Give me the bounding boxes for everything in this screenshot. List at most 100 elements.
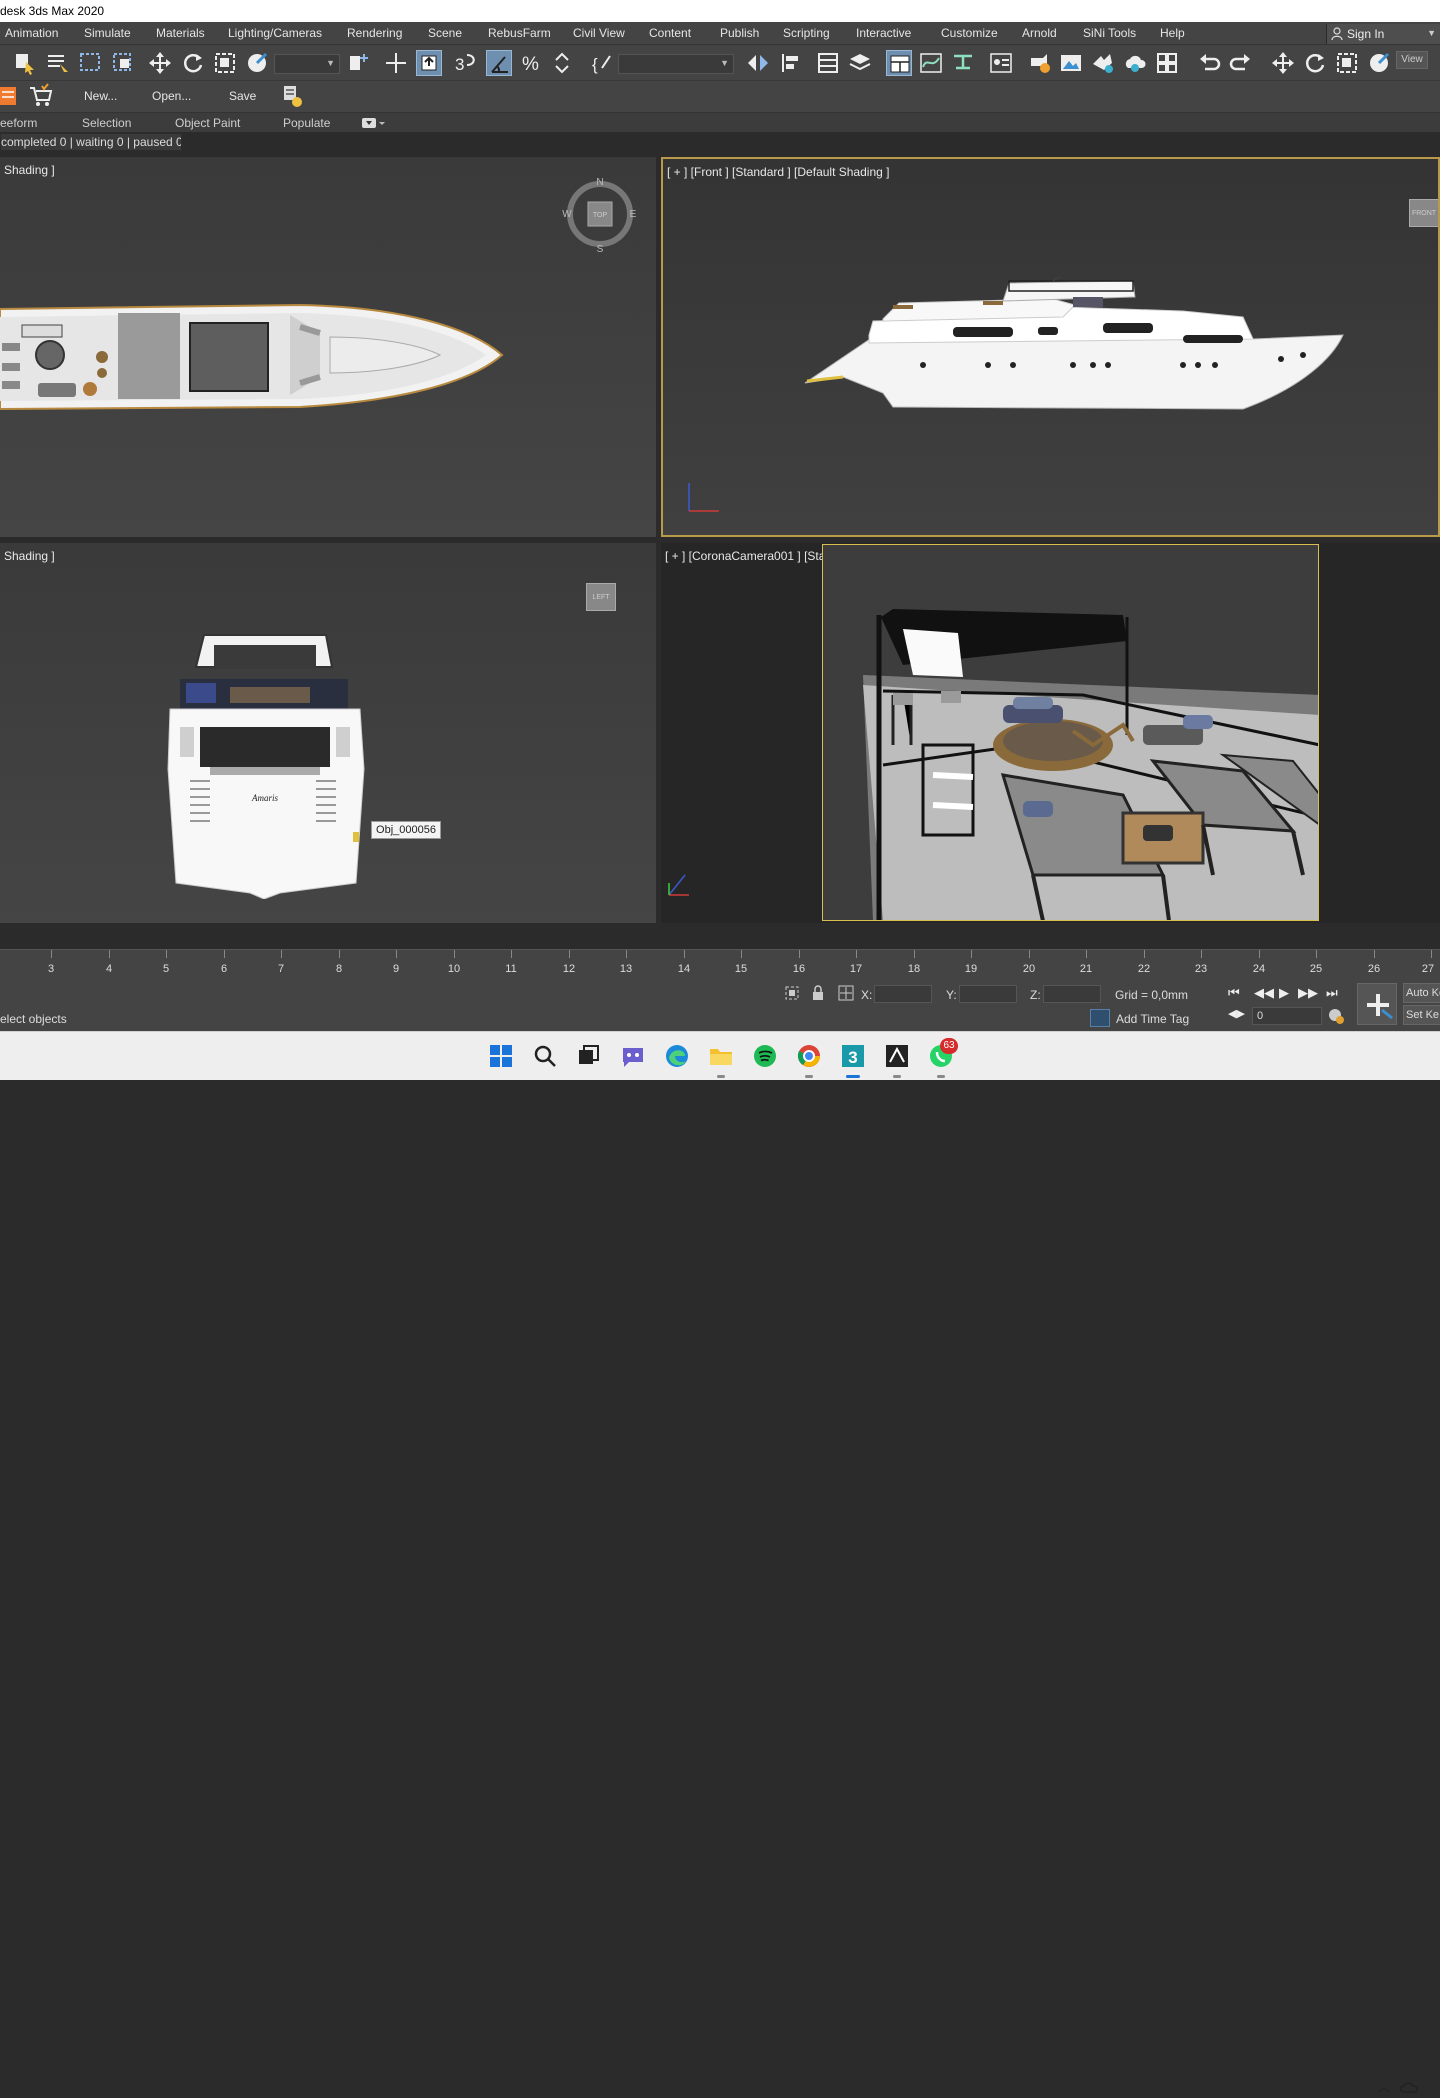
viewport-label[interactable]: Shading ]: [4, 549, 55, 563]
new-button[interactable]: New...: [84, 89, 117, 103]
auto-key-button[interactable]: Auto Ke: [1403, 983, 1440, 1003]
viewport-front[interactable]: [ + ] [Front ] [Standard ] [Default Shad…: [661, 157, 1440, 537]
material-editor-icon[interactable]: [988, 50, 1014, 76]
rendered-frame-icon[interactable]: [1058, 50, 1084, 76]
play-icon[interactable]: ▶: [1279, 985, 1289, 1001]
toggle-ribbon-icon[interactable]: [886, 50, 912, 76]
go-to-end-icon[interactable]: ⏭: [1326, 985, 1338, 1001]
redo-icon[interactable]: [1228, 50, 1254, 76]
placement-icon[interactable]: [244, 50, 270, 76]
edge-icon[interactable]: [663, 1042, 691, 1070]
menu-arnold[interactable]: Arnold: [1022, 26, 1057, 40]
snaps-toggle-icon[interactable]: 3: [452, 50, 478, 76]
viewcube-front[interactable]: FRONT: [1409, 199, 1438, 227]
viewport-top[interactable]: Shading ] TOP N W E S: [0, 157, 656, 537]
rect-selection-icon[interactable]: [78, 50, 104, 76]
asset-library-icon[interactable]: [1154, 50, 1180, 76]
scene-explorer-icon[interactable]: [815, 50, 841, 76]
previous-frame-icon[interactable]: ◀◀: [1254, 985, 1274, 1001]
render-production-icon[interactable]: [1090, 50, 1116, 76]
window-crossing-icon[interactable]: [111, 50, 137, 76]
windows-start-icon[interactable]: [487, 1042, 515, 1070]
x-coordinate-input[interactable]: [874, 985, 932, 1003]
ribbon-tab-selection[interactable]: Selection: [82, 116, 131, 130]
add-time-tag-button[interactable]: Add Time Tag: [1090, 1007, 1218, 1029]
pivot-point-icon[interactable]: [346, 50, 372, 76]
viewport-left[interactable]: Shading ] LEFT Amaris: [0, 543, 656, 923]
ribbon-tab-freeform[interactable]: eeform: [0, 116, 37, 130]
select-object-icon[interactable]: [12, 50, 38, 76]
container-icon[interactable]: [0, 83, 26, 109]
ribbon-tab-object-paint[interactable]: Object Paint: [175, 116, 240, 130]
task-view-icon[interactable]: [575, 1042, 603, 1070]
menu-animation[interactable]: Animation: [5, 26, 58, 40]
angle-snap-icon[interactable]: [486, 50, 512, 76]
set-key-button[interactable]: [1357, 983, 1397, 1025]
workspace-icon[interactable]: [280, 83, 306, 109]
viewport-label[interactable]: Shading ]: [4, 163, 55, 177]
ribbon-tab-populate[interactable]: Populate: [283, 116, 330, 130]
app-icon[interactable]: [883, 1042, 911, 1078]
reference-coordinate-dropdown[interactable]: ▼: [274, 54, 340, 74]
mirror-icon[interactable]: [745, 50, 771, 76]
spotify-icon[interactable]: [751, 1042, 779, 1070]
menu-content[interactable]: Content: [649, 26, 691, 40]
menu-publish[interactable]: Publish: [720, 26, 759, 40]
menu-sini-tools[interactable]: SiNi Tools: [1083, 26, 1136, 40]
rotate-icon[interactable]: [180, 50, 206, 76]
set-key-toggle[interactable]: Set Ke: [1403, 1005, 1440, 1025]
place-tool-icon[interactable]: [1366, 50, 1392, 76]
menu-scene[interactable]: Scene: [428, 26, 462, 40]
undo-icon[interactable]: [1196, 50, 1222, 76]
timeline[interactable]: 3 4 5 6 7 8 9 10 11 12 13 14 15 16 17 18…: [0, 949, 1440, 977]
menu-materials[interactable]: Materials: [156, 26, 205, 40]
time-config-icon[interactable]: [1327, 1007, 1345, 1025]
file-explorer-icon[interactable]: [707, 1042, 735, 1078]
align-icon[interactable]: [778, 50, 804, 76]
menu-rebusfarm[interactable]: RebusFarm: [488, 26, 551, 40]
menu-customize[interactable]: Customize: [941, 26, 998, 40]
view-dropdown[interactable]: View: [1396, 51, 1428, 69]
scale-tool-icon[interactable]: [1334, 50, 1360, 76]
lock-icon[interactable]: [811, 985, 825, 1001]
move-tool-icon[interactable]: [1270, 50, 1296, 76]
viewport-label[interactable]: [ + ] [Front ] [Standard ] [Default Shad…: [667, 165, 889, 179]
menu-scripting[interactable]: Scripting: [783, 26, 830, 40]
menu-help[interactable]: Help: [1160, 26, 1185, 40]
render-cloud-icon[interactable]: [1122, 50, 1148, 76]
menu-simulate[interactable]: Simulate: [84, 26, 131, 40]
move-icon[interactable]: [147, 50, 173, 76]
teams-chat-icon[interactable]: [619, 1042, 647, 1070]
select-by-name-icon[interactable]: [45, 50, 71, 76]
go-to-start-icon[interactable]: ⏮: [1228, 985, 1240, 1001]
menu-interactive[interactable]: Interactive: [856, 26, 911, 40]
onedrive-icon[interactable]: [1400, 2080, 1418, 2094]
save-button[interactable]: Save: [229, 89, 256, 103]
next-frame-icon[interactable]: ▶▶: [1298, 985, 1318, 1001]
viewcube-top-face[interactable]: TOP: [593, 212, 608, 219]
y-coordinate-input[interactable]: [959, 985, 1017, 1003]
rotate-tool-icon[interactable]: [1302, 50, 1328, 76]
chrome-icon[interactable]: [795, 1042, 823, 1078]
viewcube-compass[interactable]: TOP N W E S: [562, 177, 638, 255]
menu-lighting-cameras[interactable]: Lighting/Cameras: [228, 26, 322, 40]
render-setup-icon[interactable]: [1027, 50, 1053, 76]
cart-icon[interactable]: [28, 83, 54, 109]
keyboard-shortcut-icon[interactable]: [416, 50, 442, 76]
chevron-up-icon[interactable]: ︿: [1378, 2078, 1390, 2095]
viewcube-left[interactable]: LEFT: [586, 583, 616, 611]
menu-civil-view[interactable]: Civil View: [573, 26, 625, 40]
named-selection-dropdown[interactable]: ▼: [618, 54, 734, 74]
menu-rendering[interactable]: Rendering: [347, 26, 402, 40]
viewport-camera[interactable]: [ + ] [CoronaCamera001 ] [Standard ] [De…: [661, 543, 1440, 923]
open-button[interactable]: Open...: [152, 89, 191, 103]
percent-snap-icon[interactable]: %: [519, 50, 545, 76]
sign-in-button[interactable]: Sign In ▼: [1326, 24, 1440, 44]
ribbon-options-icon[interactable]: [362, 117, 386, 129]
z-coordinate-input[interactable]: [1043, 985, 1101, 1003]
search-icon[interactable]: [531, 1042, 559, 1070]
scale-icon[interactable]: [212, 50, 238, 76]
layer-explorer-icon[interactable]: [847, 50, 873, 76]
current-frame-input[interactable]: 0: [1252, 1007, 1322, 1025]
named-selection-icon[interactable]: {: [588, 50, 614, 76]
